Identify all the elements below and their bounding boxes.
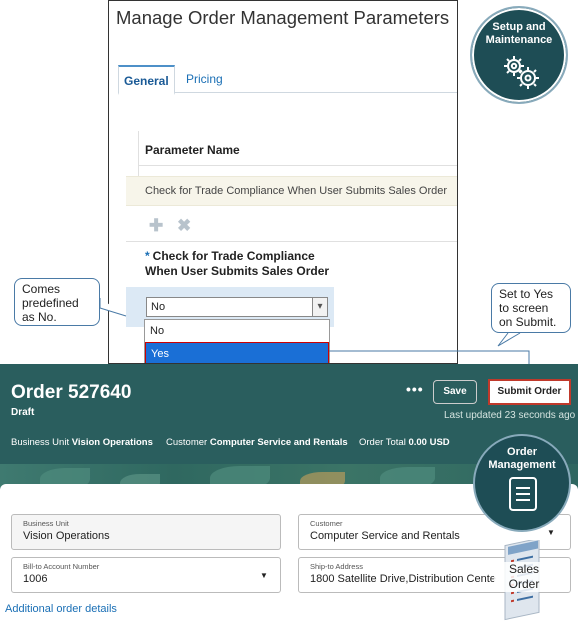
order-title: Order 527640	[11, 382, 132, 403]
ship-to-value: 1800 Satellite Drive,Distribution Cente	[310, 573, 496, 585]
callout-left-line1: Comes	[22, 282, 61, 296]
order-management-badge: Order Management	[473, 434, 571, 532]
save-button[interactable]: Save	[433, 380, 477, 404]
bill-to-value: 1006	[23, 573, 48, 585]
summary-total-value: 0.00 USD	[408, 437, 450, 448]
submit-order-button[interactable]: Submit Order	[488, 379, 571, 405]
callout-right-line1: Set to Yes	[499, 287, 554, 301]
customer-value: Computer Service and Rentals	[310, 530, 460, 542]
sales-order-label: Sales Order	[494, 562, 554, 592]
additional-order-details-link[interactable]: Additional order details	[5, 603, 117, 615]
summary-total-label: Order Total	[359, 437, 406, 448]
callout-set-to-yes: Set to Yes to screen on Submit.	[491, 283, 571, 333]
callout-comes-predefined: Comes predefined as No.	[14, 278, 100, 326]
summary-business-unit: Business Unit Vision Operations	[11, 437, 153, 448]
summary-order-total: Order Total 0.00 USD	[359, 437, 450, 448]
business-unit-caption: Business Unit	[23, 519, 69, 528]
callout-right-line3: on Submit.	[499, 315, 557, 329]
customer-caption: Customer	[310, 519, 343, 528]
business-unit-field: Business Unit Vision Operations	[11, 514, 281, 550]
summary-cust-label: Customer	[166, 437, 208, 448]
bill-to-caption: Bill-to Account Number	[23, 562, 100, 571]
sales-label-line2: Order	[508, 577, 540, 591]
om-label: Order Management	[475, 446, 569, 472]
om-label-line1: Order	[507, 446, 537, 458]
business-unit-value: Vision Operations	[23, 530, 110, 542]
order-status: Draft	[11, 407, 35, 418]
bill-to-account-field[interactable]: Bill-to Account Number 1006 ▼	[11, 557, 281, 593]
summary-bu-label: Business Unit	[11, 437, 70, 448]
callout-left-line3: as No.	[22, 310, 57, 324]
ship-to-caption: Ship-to Address	[310, 562, 363, 571]
sales-label-line1: Sales	[508, 562, 540, 576]
summary-bu-value: Vision Operations	[71, 437, 153, 448]
document-icon	[509, 477, 537, 511]
summary-customer: Customer Computer Service and Rentals	[166, 437, 348, 448]
summary-cust-value: Computer Service and Rentals	[209, 437, 348, 448]
last-updated-text: Last updated 23 seconds ago	[444, 410, 576, 421]
more-actions-icon[interactable]: •••	[406, 381, 424, 397]
chevron-down-icon[interactable]: ▼	[260, 571, 268, 580]
chevron-down-icon[interactable]: ▼	[547, 528, 555, 537]
callout-right-line2: to screen	[499, 301, 549, 315]
callout-left-line2: predefined	[22, 296, 79, 310]
om-label-line2: Management	[488, 459, 556, 471]
